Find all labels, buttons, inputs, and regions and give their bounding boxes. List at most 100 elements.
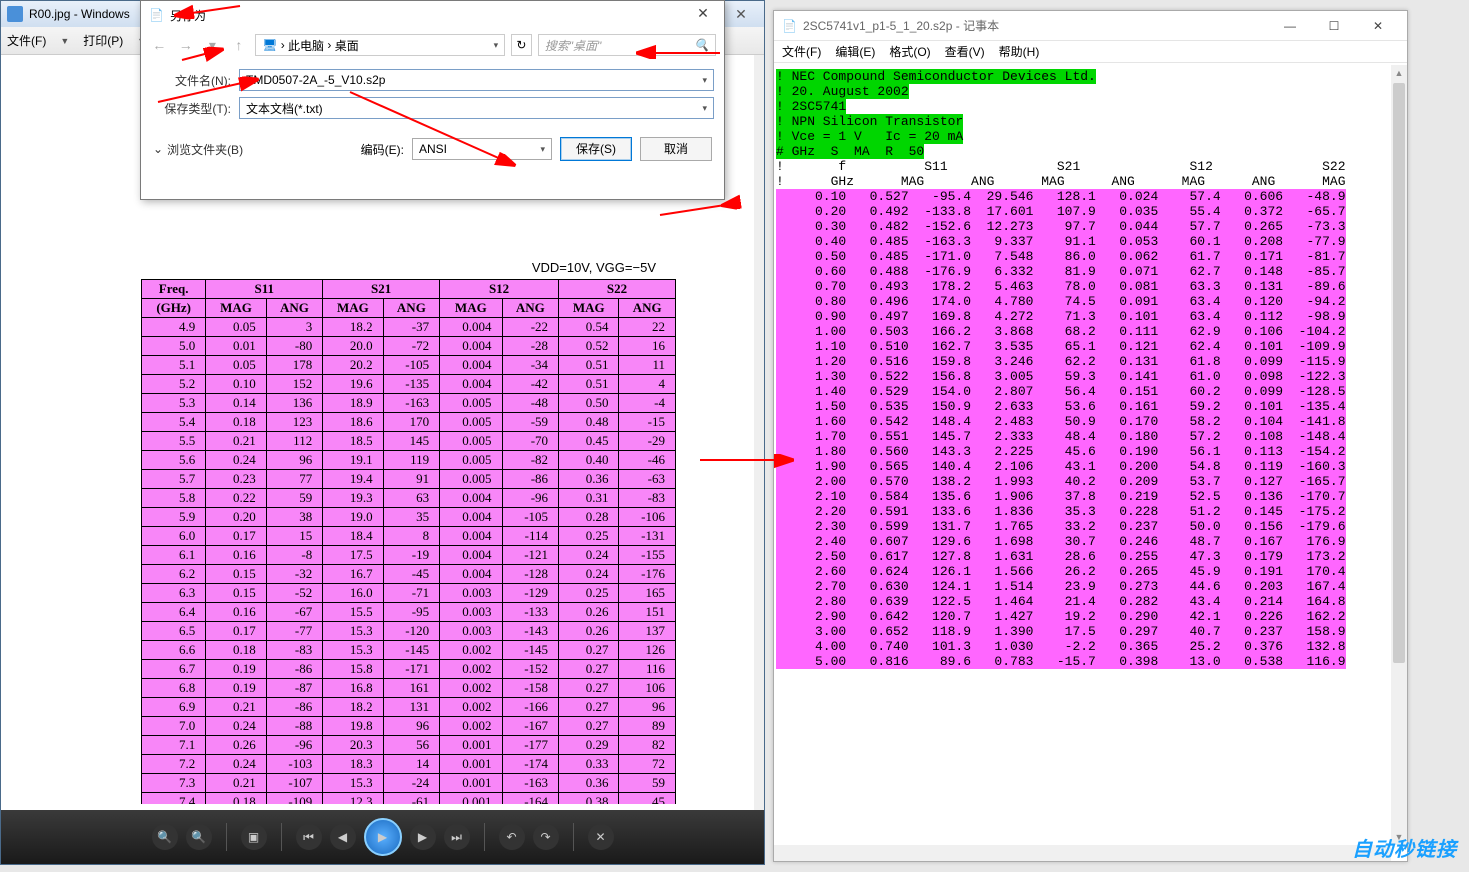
table-row: 5.50.2111218.51450.005-700.45-29 — [142, 432, 676, 451]
scrollbar-vertical[interactable] — [754, 55, 764, 810]
table-cell: -86 — [502, 470, 559, 489]
table-cell: -4 — [619, 394, 676, 413]
table-cell: 0.002 — [440, 698, 502, 717]
table-cell: -95 — [383, 603, 440, 622]
path-seg[interactable]: 桌面 — [335, 37, 359, 54]
notepad-content[interactable]: ! NEC Compound Semiconductor Devices Ltd… — [774, 65, 1391, 845]
table-cell: 0.001 — [440, 736, 502, 755]
browse-folders-toggle[interactable]: ⌄ 浏览文件夹(B) — [153, 141, 243, 158]
filetype-value: 文本文档(*.txt) — [246, 100, 323, 117]
table-cell: 0.002 — [440, 660, 502, 679]
table-cell: 0.21 — [206, 774, 266, 793]
scroll-track[interactable] — [1391, 81, 1407, 829]
forward-arrow-icon[interactable]: → — [176, 34, 197, 56]
menu-print[interactable]: 打印(P) — [83, 32, 123, 49]
table-cell: 4 — [619, 375, 676, 394]
up-arrow-icon[interactable]: ↑ — [229, 34, 250, 56]
search-input[interactable]: 搜索"桌面" 🔍 — [538, 34, 716, 56]
maximize-button[interactable]: ☐ — [1313, 13, 1355, 39]
table-cell: 5.9 — [142, 508, 206, 527]
back-arrow-icon[interactable]: ← — [149, 34, 170, 56]
menu-edit[interactable]: 编辑(E) — [835, 43, 875, 60]
close-icon[interactable]: ✕ — [723, 1, 759, 27]
menu-file[interactable]: 文件(F) — [7, 32, 46, 49]
zoom-in-button[interactable]: 🔍 — [186, 824, 212, 850]
table-cell: 0.004 — [440, 356, 502, 375]
menu-file[interactable]: 文件(F) — [782, 43, 821, 60]
table-cell: -86 — [266, 660, 323, 679]
table-cell: 0.20 — [206, 508, 266, 527]
zoom-out-button[interactable]: 🔍 — [152, 824, 178, 850]
rotate-cw-button[interactable]: ↷ — [533, 824, 559, 850]
table-cell: 0.24 — [206, 755, 266, 774]
cancel-button[interactable]: 取消 — [640, 137, 712, 161]
table-cell: 6.9 — [142, 698, 206, 717]
first-button[interactable]: ⏮ — [296, 824, 322, 850]
chevron-down-icon[interactable]: ▾ — [702, 75, 707, 86]
chevron-down-icon[interactable]: ▾ — [202, 34, 223, 56]
table-cell: -164 — [502, 793, 559, 805]
table-cell: 0.004 — [440, 546, 502, 565]
menu-format[interactable]: 格式(O) — [889, 43, 930, 60]
last-button[interactable]: ⏭ — [444, 824, 470, 850]
encoding-label: 编码(E): — [361, 141, 404, 158]
rotate-ccw-button[interactable]: ↶ — [499, 824, 525, 850]
table-row: 5.30.1413618.9-1630.005-480.50-4 — [142, 394, 676, 413]
table-cell: 131 — [383, 698, 440, 717]
table-cell: 145 — [383, 432, 440, 451]
refresh-button[interactable]: ↻ — [511, 34, 532, 56]
scroll-thumb[interactable] — [1393, 83, 1405, 663]
table-cell: 152 — [266, 375, 323, 394]
prev-button[interactable]: ◀ — [330, 824, 356, 850]
table-row: 6.40.16-6715.5-950.003-1330.26151 — [142, 603, 676, 622]
table-cell: 0.27 — [559, 698, 619, 717]
table-cell: -166 — [502, 698, 559, 717]
table-cell: -121 — [502, 546, 559, 565]
menu-view[interactable]: 查看(V) — [945, 43, 985, 60]
sparam-table: Freq. S11 S21 S12 S22 (GHz) MAGANG MAGAN… — [141, 279, 676, 804]
minimize-button[interactable]: — — [1269, 13, 1311, 39]
delete-button[interactable]: ✕ — [588, 824, 614, 850]
table-cell: 0.38 — [559, 793, 619, 805]
sparam-table-area: VDD=10V, VGG=−5V Freq. S11 S21 S12 S22 (… — [141, 260, 676, 804]
table-cell: -37 — [383, 318, 440, 337]
table-cell: 18.9 — [323, 394, 383, 413]
table-cell: -70 — [502, 432, 559, 451]
table-cell: 5.2 — [142, 375, 206, 394]
table-cell: -163 — [502, 774, 559, 793]
dialog-titlebar: 📄 另存为 ✕ — [141, 1, 724, 29]
table-cell: 19.0 — [323, 508, 383, 527]
scrollbar-horizontal[interactable] — [774, 845, 1391, 861]
close-icon[interactable]: ✕ — [690, 5, 716, 25]
scrollbar-vertical[interactable]: ▲ ▼ — [1391, 65, 1407, 845]
scroll-up-icon[interactable]: ▲ — [1391, 65, 1407, 81]
table-cell: 91 — [383, 470, 440, 489]
filetype-field[interactable]: 文本文档(*.txt) ▾ — [239, 97, 714, 119]
table-cell: 0.26 — [559, 603, 619, 622]
menu-help[interactable]: 帮助(H) — [999, 43, 1040, 60]
table-cell: 6.2 — [142, 565, 206, 584]
table-cell: 0.28 — [559, 508, 619, 527]
play-button[interactable]: ▶ — [364, 818, 402, 856]
table-row: 6.10.16-817.5-190.004-1210.24-155 — [142, 546, 676, 565]
path-breadcrumb[interactable]: 🖥 › 此电脑 › 桌面 ▾ — [255, 34, 505, 56]
table-cell: 59 — [619, 774, 676, 793]
table-cell: 0.01 — [206, 337, 266, 356]
encoding-select[interactable]: ANSI ▾ — [412, 138, 552, 160]
table-cell: 116 — [619, 660, 676, 679]
table-cell: 6.4 — [142, 603, 206, 622]
table-cell: -29 — [619, 432, 676, 451]
th-mag: MAG — [440, 299, 502, 318]
path-seg[interactable]: 此电脑 — [288, 37, 324, 54]
table-cell: 136 — [266, 394, 323, 413]
filename-field[interactable]: TMD0507-2A_-5_V10.s2p ▾ — [239, 69, 714, 91]
fit-button[interactable]: ▣ — [241, 824, 267, 850]
separator — [226, 823, 227, 851]
table-cell: 5.0 — [142, 337, 206, 356]
save-button[interactable]: 保存(S) — [560, 137, 632, 161]
close-button[interactable]: ✕ — [1357, 13, 1399, 39]
chevron-down-icon[interactable]: ▾ — [702, 103, 707, 114]
next-button[interactable]: ▶ — [410, 824, 436, 850]
table-row: 5.90.203819.0350.004-1050.28-106 — [142, 508, 676, 527]
chevron-down-icon[interactable]: ▾ — [494, 40, 499, 51]
